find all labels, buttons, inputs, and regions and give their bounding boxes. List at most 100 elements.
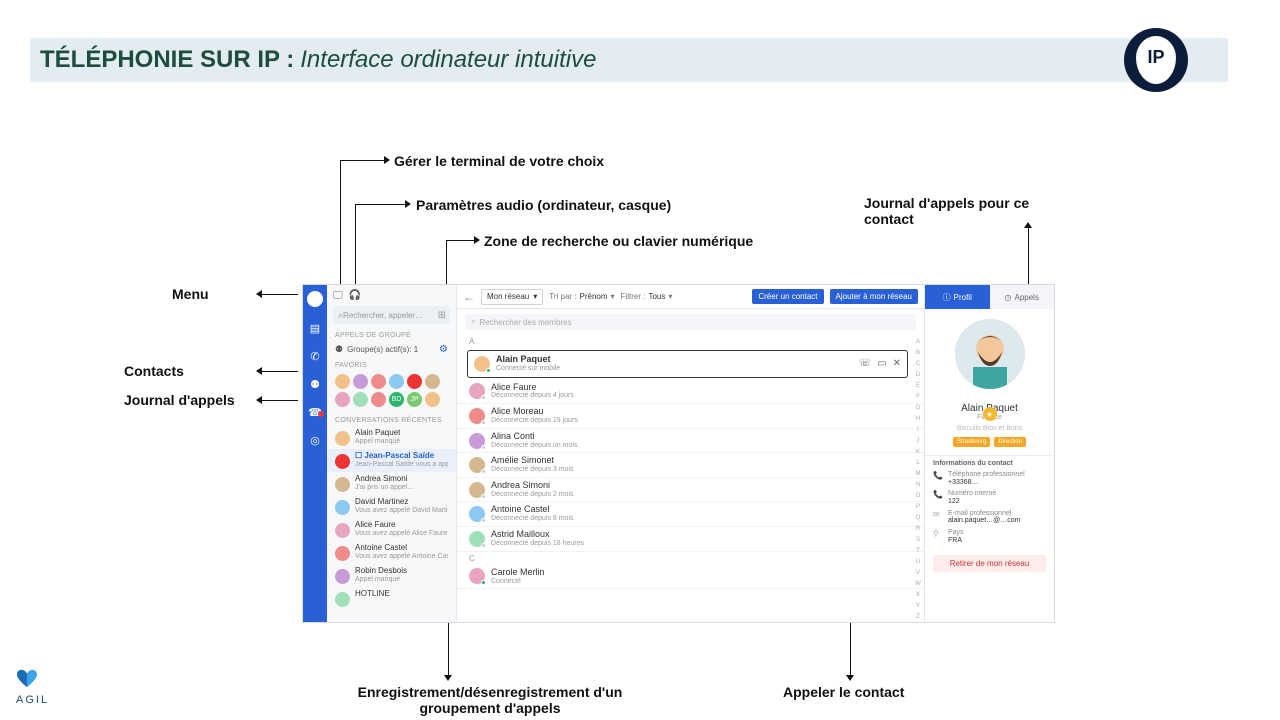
conversation-item[interactable]: Alain Paquet Appel manqué [327, 426, 456, 449]
add-network-button[interactable]: Ajouter à mon réseau [830, 289, 919, 304]
network-select[interactable]: Mon réseau▾ [481, 289, 543, 305]
alpha-letter[interactable]: B [916, 350, 920, 356]
alpha-letter[interactable]: G [916, 405, 921, 411]
fav-avatar[interactable] [407, 374, 422, 389]
back-icon[interactable]: ← [463, 290, 475, 304]
avatar [469, 433, 485, 449]
contact-row[interactable]: Alain Paquet Connecté sur mobile ☏ ▭ ✕ [467, 350, 908, 378]
alpha-letter[interactable]: R [916, 526, 920, 532]
info-icon: 📞 [933, 490, 943, 499]
alpha-letter[interactable]: E [916, 383, 920, 389]
fav-avatar[interactable] [425, 374, 440, 389]
tab-calls[interactable]: ◷Appels [990, 285, 1055, 309]
annot-group-reg: Enregistrement/désenregistrement d'un gr… [330, 684, 650, 716]
alpha-letter[interactable]: M [916, 471, 921, 477]
alpha-letter[interactable]: Q [916, 515, 921, 521]
info-label: E-mail professionnel [948, 510, 1020, 518]
contact-row[interactable]: Antoine Castel Déconnecté depuis 8 mois [457, 502, 924, 527]
contact-row[interactable]: Astrid Mailloux Déconnecté depuis 18 heu… [457, 527, 924, 552]
fav-avatar[interactable]: JP [407, 392, 422, 407]
contact-row[interactable]: Andrea Simoni Déconnecté depuis 2 mois [457, 478, 924, 503]
dialpad-icon[interactable]: ⊞ [438, 310, 446, 321]
fav-avatar[interactable] [353, 374, 368, 389]
computer-icon[interactable]: 🖵 [333, 290, 343, 301]
app-window: ▤ ✆ ⚉ ☎ ◎ 🖵 🎧 ⌕ Rechercher, appeler… ⊞ A… [302, 284, 1055, 623]
conversation-item[interactable]: David Martinez Vous avez appelé David Ma… [327, 495, 456, 518]
contact-row[interactable]: Alice Moreau Déconnecté depuis 19 jours [457, 404, 924, 429]
create-contact-button[interactable]: Créer un contact [752, 289, 823, 304]
fav-avatar[interactable] [335, 392, 350, 407]
nav-contacts-icon[interactable]: ⚉ [308, 377, 322, 391]
fav-avatar[interactable]: BD [389, 392, 404, 407]
contact-row[interactable]: Alice Faure Déconnecté depuis 4 jours [457, 380, 924, 405]
sort-control[interactable]: Tri par :Prénom▾ [549, 292, 614, 301]
group-row[interactable]: ⚉Groupe(s) actif(s): 1 ⚙ [327, 341, 456, 358]
row-sub: Déconnecté depuis 2 mois [491, 491, 574, 499]
gear-icon[interactable]: ⚙ [439, 344, 448, 355]
conversation-item[interactable]: Robin Desbois Appel manqué [327, 564, 456, 587]
conversation-item[interactable]: Andrea Simoni J'ai pris un appel… [327, 472, 456, 495]
contact-row[interactable]: Alina Conti Déconnecté depuis un mois [457, 429, 924, 454]
presence-dot [481, 494, 486, 499]
fav-avatar[interactable] [371, 374, 386, 389]
slide-title-italic: Interface ordinateur intuitive [300, 46, 596, 74]
annot-search-zone: Zone de recherche ou clavier numérique [484, 233, 753, 249]
info-icon: 📞 [933, 471, 943, 480]
alpha-letter[interactable]: D [916, 372, 920, 378]
alpha-letter[interactable]: A [916, 339, 920, 345]
contact-row[interactable]: Carole Merlin Connecté [457, 565, 924, 590]
alpha-letter[interactable]: V [916, 570, 920, 576]
avatar [469, 457, 485, 473]
alpha-letter[interactable]: H [916, 416, 920, 422]
alpha-letter[interactable]: K [916, 449, 920, 455]
close-icon[interactable]: ✕ [893, 358, 901, 369]
fav-avatar[interactable] [425, 392, 440, 407]
contact-info-row: 📞 Téléphone professionnel +33368… [925, 469, 1054, 488]
conversation-item[interactable]: Alice Faure Vous avez appelé Alice Faure [327, 518, 456, 541]
filter-control[interactable]: Filtrer :Tous▾ [621, 292, 673, 301]
group-row-text: Groupe(s) actif(s): 1 [347, 345, 418, 354]
search-input[interactable]: ⌕ Rechercher, appeler… ⊞ [333, 306, 450, 324]
headset-icon[interactable]: 🎧 [349, 290, 361, 301]
chat-icon[interactable]: ▭ [877, 358, 886, 369]
alpha-letter[interactable]: J [917, 438, 920, 444]
alpha-letter[interactable]: C [916, 361, 920, 367]
fav-avatar[interactable] [371, 392, 386, 407]
alpha-letter[interactable]: X [916, 592, 920, 598]
call-icon[interactable]: ☏ [859, 358, 872, 369]
alpha-letter[interactable]: W [915, 581, 921, 587]
alpha-letter[interactable]: S [916, 537, 920, 543]
conv-name: Andrea Simoni [355, 475, 414, 484]
fav-avatar[interactable] [389, 374, 404, 389]
nav-conversations-icon[interactable]: ▤ [308, 321, 322, 335]
alpha-letter[interactable]: P [916, 504, 920, 510]
tab-profile[interactable]: ⓘProfil [925, 285, 990, 309]
alpha-letter[interactable]: O [916, 493, 921, 499]
row-sub: Déconnecté depuis 18 heures [491, 540, 584, 548]
member-search-input[interactable]: ⌕ Rechercher des membres [465, 314, 916, 330]
remove-from-network-button[interactable]: Retirer de mon réseau [933, 555, 1046, 572]
conversation-item[interactable]: Antoine Castel Vous avez appelé Antoine … [327, 541, 456, 564]
contact-row[interactable]: Amélie Simonet Déconnecté depuis 3 mois [457, 453, 924, 478]
alpha-letter[interactable]: T [916, 548, 920, 554]
alpha-letter[interactable]: U [916, 559, 920, 565]
user-avatar-icon[interactable] [307, 291, 323, 307]
annot-journal: Journal d'appels [124, 392, 235, 408]
conversation-item[interactable]: ☐ Jean-Pascal Saïde Jean-Pascal Saïde vo… [327, 449, 456, 472]
alpha-letter[interactable]: Y [916, 603, 920, 609]
alpha-index[interactable]: ABCDEFGHIJKLMNOPQRSTUVWXYZ [914, 339, 922, 618]
conversation-item[interactable]: HOTLINE [327, 587, 456, 610]
favorite-star-icon[interactable]: ★ [983, 407, 997, 421]
arrow-journal-head [256, 396, 262, 404]
nav-calls-icon[interactable]: ✆ [308, 349, 322, 363]
presence-dot [481, 469, 486, 474]
alpha-letter[interactable]: I [917, 427, 919, 433]
nav-voicemail-icon[interactable]: ◎ [308, 433, 322, 447]
alpha-letter[interactable]: F [916, 394, 920, 400]
arrow-audio-h [355, 204, 405, 205]
fav-avatar[interactable] [353, 392, 368, 407]
alpha-letter[interactable]: N [916, 482, 920, 488]
alpha-letter[interactable]: L [916, 460, 919, 466]
alpha-letter[interactable]: Z [916, 614, 920, 620]
fav-avatar[interactable] [335, 374, 350, 389]
